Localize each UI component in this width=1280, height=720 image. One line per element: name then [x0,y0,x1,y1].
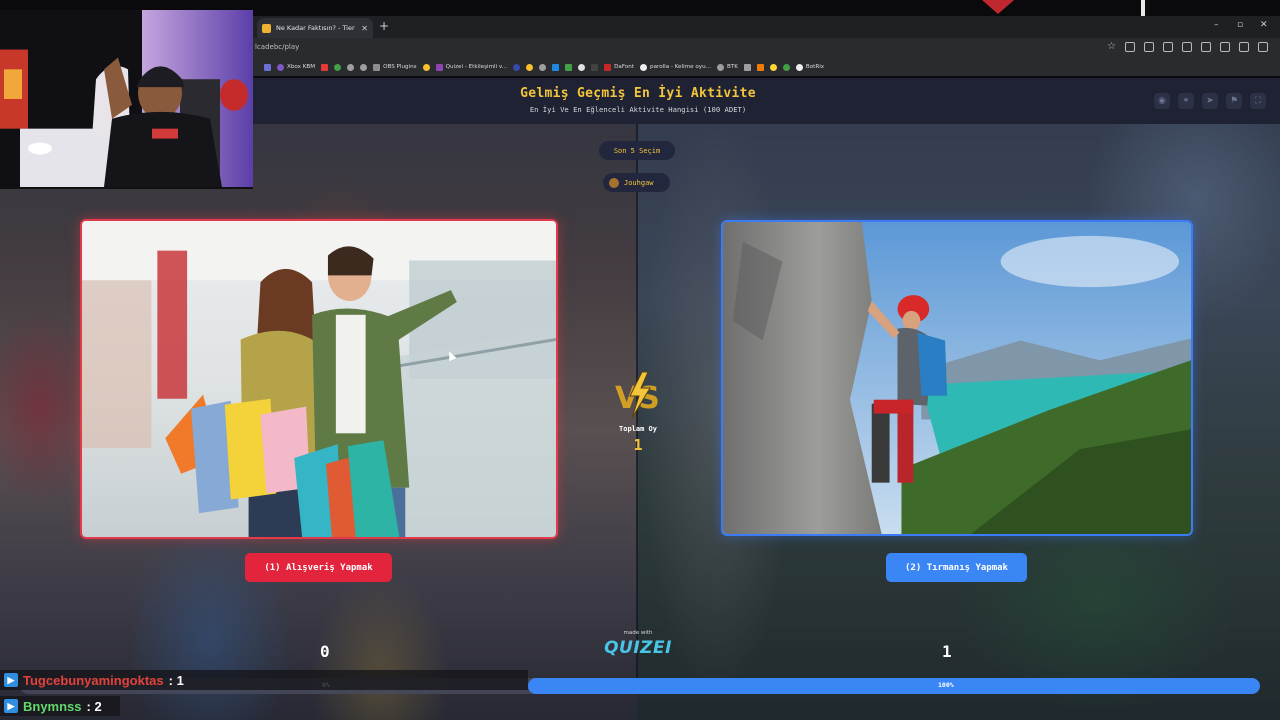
platform-badge-icon: ▶ [4,699,18,713]
made-with-label: made with [623,630,653,636]
bookmark-icon-only[interactable] [591,63,599,71]
bookmark-icon-only[interactable] [321,63,329,71]
bookmark-icon-only[interactable] [513,63,521,71]
browser-tabstrip: Ne Kadar Faktısın? - Tier List | K ✕ + –… [253,16,1280,38]
bookmark-icon-only[interactable] [422,63,430,71]
option-card-right[interactable] [721,220,1193,536]
bookmark-quizei[interactable]: Quizei - Etkileşimli v... [435,63,507,71]
bookmark-icon-only[interactable] [565,63,573,71]
right-percent: 100% [938,681,954,689]
bookmark-icon-only[interactable] [264,63,271,71]
chat-line: ▶ Bnymnss : 2 [0,696,120,716]
webcam-overlay [0,10,253,189]
avatar [609,177,619,188]
chat-username: Bnymnss [23,698,82,714]
chat-vote: : 2 [86,698,102,714]
chat-line: ▶ Tugcebunyamingoktas : 1 [0,670,528,690]
bookmark-icon-only[interactable] [347,63,355,71]
bookmark-icon-only[interactable] [552,63,560,71]
bookmarks-bar: Xbox KBM OBS Plugins Quizei - Etkileşiml… [253,58,1280,76]
share-icon[interactable]: ➤ [1202,93,1218,109]
new-tab-icon[interactable]: + [379,19,389,33]
menu-icon[interactable] [1258,42,1268,52]
flag-icon[interactable]: ⚑ [1226,93,1242,109]
recent-picks-pill[interactable]: Son 5 Seçim [599,141,675,160]
climbing-photo [723,222,1191,534]
bookmark-botrix[interactable]: BotRix [795,63,824,71]
extension-icon[interactable] [1201,42,1211,52]
recent-username: Jouhgaw [624,178,654,187]
maximize-icon[interactable]: ▫ [1237,20,1243,30]
bookmark-icon-only[interactable] [526,63,534,71]
right-score: 1 [942,642,952,661]
bookmark-obs-plugins[interactable]: OBS Plugins [373,63,417,71]
bookmark-xbox-kbm[interactable]: Xbox KBM [277,63,315,71]
white-deco-bar [1141,0,1145,16]
tab-favicon-icon [262,23,271,33]
link-icon[interactable]: ⚭ [1178,93,1194,109]
choose-right-button[interactable]: (2) Tırmanış Yapmak [886,553,1027,582]
option-card-left[interactable] [80,219,558,539]
recent-user-pill[interactable]: Jouhgaw [603,173,670,192]
bookmark-parolla[interactable]: parolla - Kelime oyu... [640,63,711,71]
toolbar-icons: ☆ [1107,42,1268,52]
shopping-photo [82,221,556,537]
bookmark-icon-only[interactable] [743,63,751,71]
bookmark-icon-only[interactable] [578,63,586,71]
eye-icon[interactable]: ◉ [1154,93,1170,109]
bookmark-dafont[interactable]: DaFont [604,63,634,71]
platform-badge-icon: ▶ [4,673,18,687]
fullscreen-icon[interactable]: ⛶ [1250,93,1266,109]
vs-lightning-icon: VS [615,371,660,419]
url-text[interactable]: lcadebc/play [255,43,299,51]
vote-progress-fill-right [528,678,1260,694]
header-actions: ◉ ⚭ ➤ ⚑ ⛶ [1154,93,1266,109]
bookmark-star-icon[interactable]: ☆ [1107,42,1116,52]
browser-tab[interactable]: Ne Kadar Faktısın? - Tier List | K ✕ [257,18,373,38]
close-window-icon[interactable]: ✕ [1260,20,1268,30]
address-bar: lcadebc/play ☆ [253,38,1280,58]
close-tab-icon[interactable]: ✕ [361,24,368,33]
bookmark-btk[interactable]: BTK [716,63,738,71]
minimize-icon[interactable]: – [1214,20,1219,30]
red-deco-shape [982,0,1014,14]
tab-groups-icon[interactable] [1220,42,1230,52]
bookmark-icon-only[interactable] [360,63,368,71]
tab-title: Ne Kadar Faktısın? - Tier List | K [276,24,356,32]
extensions-icon[interactable] [1144,42,1154,52]
pen-icon[interactable] [1125,42,1135,52]
chat-vote: : 1 [168,672,184,688]
choose-left-button[interactable]: (1) Alışveriş Yapmak [245,553,392,582]
bookmark-icon-only[interactable] [756,63,764,71]
bookmark-icon-only[interactable] [539,63,547,71]
profile-icon[interactable] [1239,42,1249,52]
bookmark-icon-only[interactable] [769,63,777,71]
quizei-logo[interactable]: QUIZEI [597,638,679,658]
bookmark-icon-only[interactable] [334,63,342,71]
webcam-feed [0,10,253,187]
download-icon[interactable] [1182,42,1192,52]
total-votes-label: Toplam Oy [619,425,657,433]
total-votes-value: 1 [633,436,643,454]
chat-username: Tugcebunyamingoktas [23,672,164,688]
history-icon[interactable] [1163,42,1173,52]
screen: Ne Kadar Faktısın? - Tier List | K ✕ + –… [0,0,1280,720]
bookmark-icon-only[interactable] [782,63,790,71]
left-score: 0 [320,642,330,661]
